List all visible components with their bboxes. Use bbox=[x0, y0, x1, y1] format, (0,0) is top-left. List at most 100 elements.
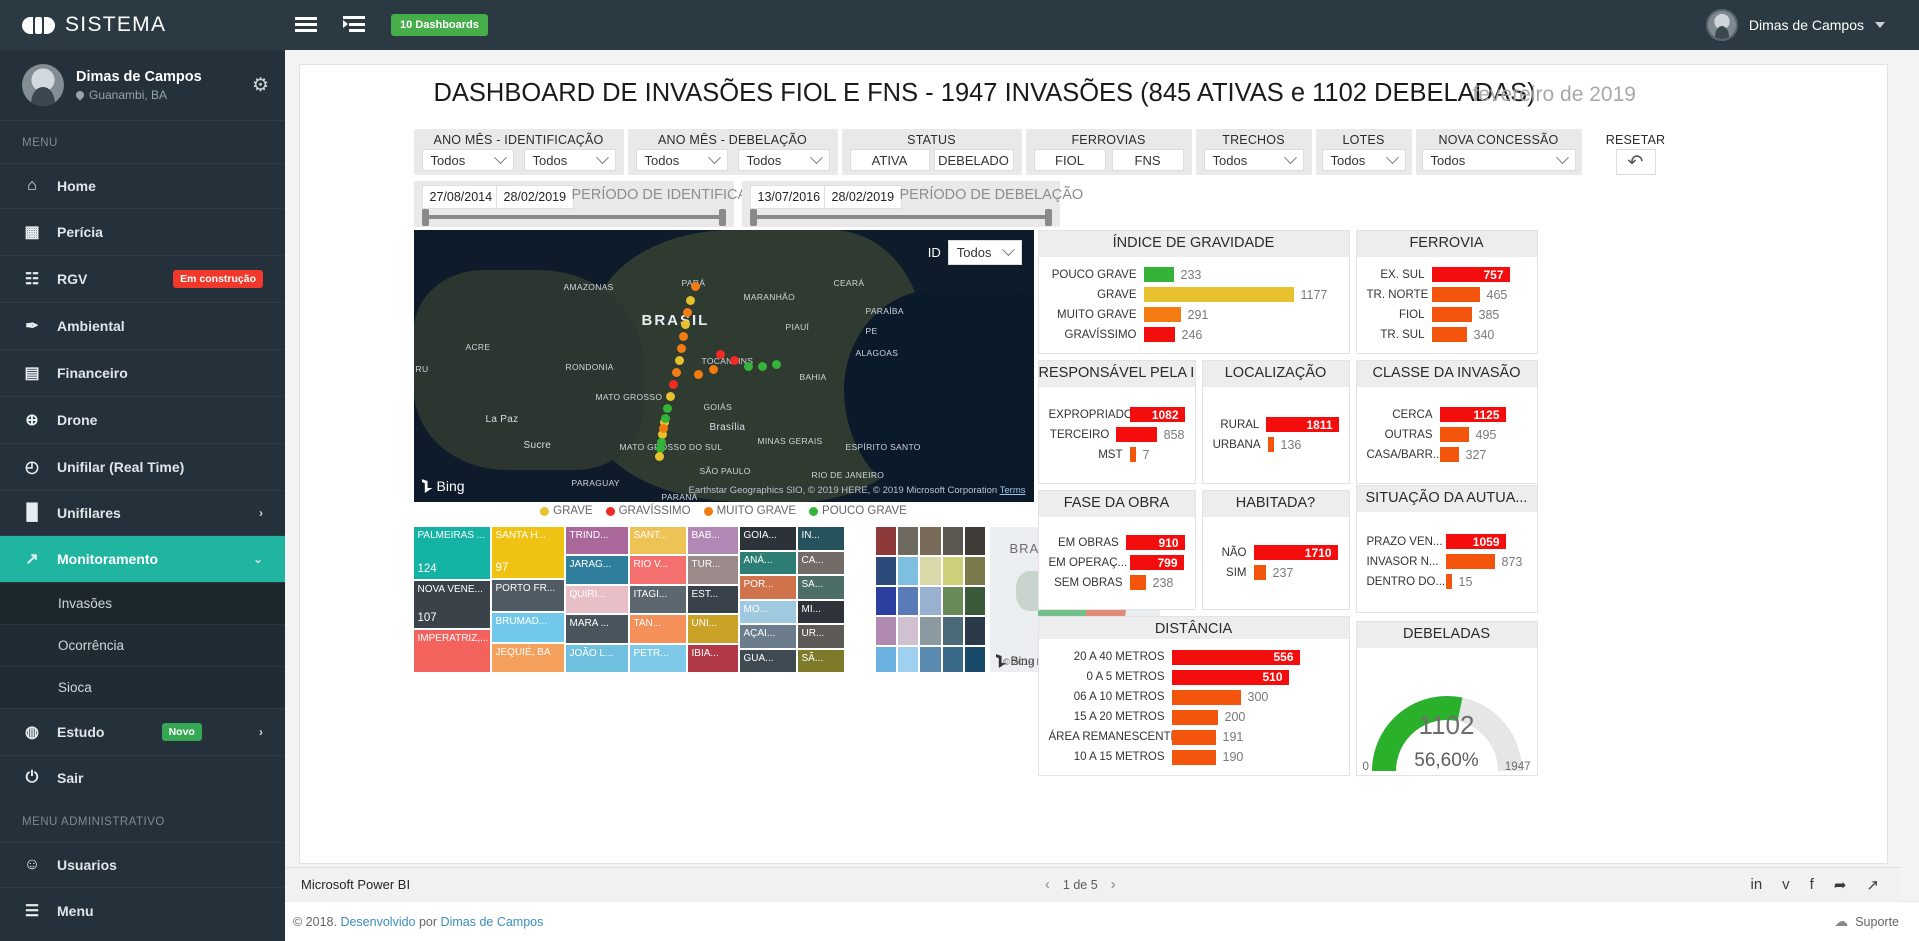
bar-row[interactable]: EM OBRAS 910 bbox=[1049, 535, 1185, 551]
bar-row[interactable]: 10 A 15 METROS 190 bbox=[1049, 749, 1339, 765]
treemap-cell[interactable]: EST... bbox=[687, 585, 738, 614]
treemap-swatch[interactable] bbox=[897, 617, 919, 645]
treemap-swatch[interactable] bbox=[920, 587, 941, 615]
bar-row[interactable]: EX. SUL 757 bbox=[1367, 267, 1527, 283]
card-distancia[interactable]: DISTÂNCIA 20 A 40 METROS 556 0 A 5 METRO… bbox=[1037, 616, 1350, 776]
bar-row[interactable]: TR. NORTE 465 bbox=[1367, 287, 1527, 303]
map-marker-dot[interactable] bbox=[658, 424, 668, 433]
brand[interactable]: SISTEMA bbox=[0, 0, 285, 50]
treemap-swatch[interactable] bbox=[875, 557, 896, 585]
map-terms-link[interactable]: Terms bbox=[1000, 485, 1026, 496]
treemap-swatch[interactable] bbox=[942, 617, 964, 645]
treemap-swatch[interactable] bbox=[875, 587, 896, 615]
bar-row[interactable]: TERCEIRO 858 bbox=[1049, 427, 1185, 443]
treemap-swatch[interactable] bbox=[965, 617, 986, 645]
treemap-cell[interactable]: TUR... bbox=[687, 556, 738, 584]
footer-dev-link[interactable]: Desenvolvido bbox=[340, 915, 415, 929]
treemap-cell[interactable]: QUIRI... bbox=[565, 585, 628, 614]
treemap-swatch[interactable] bbox=[897, 557, 919, 585]
treemap-cell[interactable]: MO... bbox=[739, 600, 796, 623]
treemap-cell[interactable]: SANTA H... 97 bbox=[491, 527, 564, 579]
treemap-swatch[interactable] bbox=[965, 587, 986, 615]
treemap-swatch[interactable] bbox=[942, 647, 964, 672]
treemap-cell[interactable]: SÃ... bbox=[797, 649, 844, 672]
bar-row[interactable]: SIM 237 bbox=[1213, 565, 1339, 581]
card-habitada[interactable]: HABITADA? NÃO 1710 SIM 237 bbox=[1201, 490, 1350, 610]
user-menu[interactable]: Dimas de Campos bbox=[1705, 9, 1919, 41]
sidebar-item-unifilares[interactable]: █ Unifilares › bbox=[0, 490, 285, 535]
hamburger-icon[interactable] bbox=[295, 16, 317, 34]
treemap-swatch[interactable] bbox=[875, 617, 896, 645]
treemap-cell[interactable]: GUA... bbox=[739, 649, 796, 672]
filter-option-lotes-0[interactable]: Todos bbox=[1321, 149, 1406, 171]
legend-item[interactable]: GRAVÍSSIMO bbox=[605, 505, 691, 517]
bar-row[interactable]: MUITO GRAVE 291 bbox=[1049, 307, 1339, 323]
map-marker-dot[interactable] bbox=[743, 362, 753, 371]
bar-row[interactable]: TR. SUL 340 bbox=[1367, 327, 1527, 343]
map-marker-dot[interactable] bbox=[680, 320, 690, 329]
map-marker-dot[interactable] bbox=[757, 362, 767, 371]
map-marker-dot[interactable] bbox=[676, 344, 686, 353]
filter-option-status-1[interactable]: DEBELADO bbox=[933, 149, 1014, 171]
treemap-cell[interactable]: UR... bbox=[797, 625, 844, 648]
treemap-cell[interactable]: PALMEIRAS ... 124 bbox=[413, 527, 490, 580]
bar-row[interactable]: MST 7 bbox=[1049, 447, 1185, 463]
treemap-cell[interactable]: RIO V... bbox=[629, 556, 686, 584]
bar-row[interactable]: PRAZO VEN... 1059 bbox=[1367, 534, 1527, 550]
undo-arrow-icon[interactable]: ↶ bbox=[1615, 149, 1656, 175]
map-marker-dot[interactable] bbox=[682, 308, 692, 317]
dashboards-badge[interactable]: 10 Dashboards bbox=[391, 14, 488, 36]
treemap-cell[interactable]: MARA ... bbox=[565, 615, 628, 643]
treemap-cell[interactable]: UNI... bbox=[687, 615, 738, 643]
bar-row[interactable]: OUTRAS 495 bbox=[1367, 427, 1527, 443]
footer-author-link[interactable]: Dimas de Campos bbox=[441, 915, 544, 929]
filter-option-ano-m-s-debela-o-0[interactable]: Todos bbox=[635, 149, 728, 171]
facebook-icon[interactable]: f bbox=[1810, 876, 1814, 893]
card-indice-gravidade[interactable]: ÍNDICE DE GRAVIDADE POUCO GRAVE 233 GRAV… bbox=[1037, 230, 1350, 354]
bar-row[interactable]: INVASOR N... 873 bbox=[1367, 554, 1527, 570]
linkedin-icon[interactable]: in bbox=[1750, 876, 1762, 893]
sidebar-item-usuarios[interactable]: ☺ Usuarios bbox=[0, 842, 285, 887]
map-id-select[interactable]: Todos bbox=[947, 240, 1022, 265]
map-marker-dot[interactable] bbox=[693, 370, 703, 379]
bar-row[interactable]: 15 A 20 METROS 200 bbox=[1049, 709, 1339, 725]
map-marker-dot[interactable] bbox=[771, 360, 781, 369]
sidebar-item-sair[interactable]: ⏻ Sair bbox=[0, 755, 285, 800]
treemap-swatch[interactable] bbox=[897, 527, 919, 555]
treemap-cell[interactable]: GOIA... bbox=[739, 527, 796, 550]
footer-support[interactable]: ☁ Suporte bbox=[1834, 913, 1899, 930]
date-slider-knob-left[interactable] bbox=[749, 209, 757, 226]
treemap-cell[interactable]: JEQUIÉ, BA bbox=[491, 644, 564, 672]
sidebar-item-estudo[interactable]: ◍ Estudo Novo › bbox=[0, 708, 285, 755]
share-icon[interactable]: ➦ bbox=[1834, 876, 1847, 894]
treemap-cell[interactable]: ITAGI... bbox=[629, 585, 686, 614]
bar-row[interactable]: 0 A 5 METROS 510 bbox=[1049, 669, 1339, 685]
legend-item[interactable]: MUITO GRAVE bbox=[703, 505, 796, 517]
reset-filter[interactable]: RESETAR ↶ bbox=[1590, 129, 1682, 175]
sidebar-item-ambiental[interactable]: ✒ Ambiental bbox=[0, 302, 285, 349]
treemap-cell[interactable]: AÇAI... bbox=[739, 625, 796, 648]
date-slider-knob-right[interactable] bbox=[1044, 209, 1052, 226]
bar-row[interactable]: DENTRO DO... 15 bbox=[1367, 574, 1527, 590]
bar-row[interactable]: RURAL 1811 bbox=[1213, 417, 1339, 433]
treemap-cell[interactable]: BRUMAD... bbox=[491, 612, 564, 643]
map-marker-dot[interactable] bbox=[660, 414, 670, 423]
date-slider-knob-right[interactable] bbox=[718, 209, 726, 226]
map-marker-dot[interactable] bbox=[654, 452, 664, 461]
map-marker-dot[interactable] bbox=[668, 380, 678, 389]
treemap-cell[interactable]: JOÃO L... bbox=[565, 644, 628, 672]
date-slider-track[interactable] bbox=[421, 209, 726, 226]
date-slider-knob-left[interactable] bbox=[421, 209, 429, 226]
treemap-swatch[interactable] bbox=[942, 587, 964, 615]
bar-row[interactable]: 06 A 10 METROS 300 bbox=[1049, 689, 1339, 705]
bar-row[interactable]: URBANA 136 bbox=[1213, 437, 1339, 453]
treemap-cell[interactable]: SANT... bbox=[629, 527, 686, 555]
treemap-swatch[interactable] bbox=[920, 617, 941, 645]
sidebar-subitem-invas-es[interactable]: Invasões bbox=[0, 582, 285, 624]
treemap-cell[interactable]: IBIA... bbox=[687, 644, 738, 672]
bar-row[interactable]: SEM OBRAS 238 bbox=[1049, 575, 1185, 591]
map-marker-dot[interactable] bbox=[665, 392, 675, 401]
card-responsavel[interactable]: RESPONSÁVEL PELA I... EXPROPRIADO 1082 T… bbox=[1037, 360, 1196, 484]
fullscreen-icon[interactable]: ↗ bbox=[1866, 876, 1879, 894]
bar-row[interactable]: 20 A 40 METROS 556 bbox=[1049, 649, 1339, 665]
